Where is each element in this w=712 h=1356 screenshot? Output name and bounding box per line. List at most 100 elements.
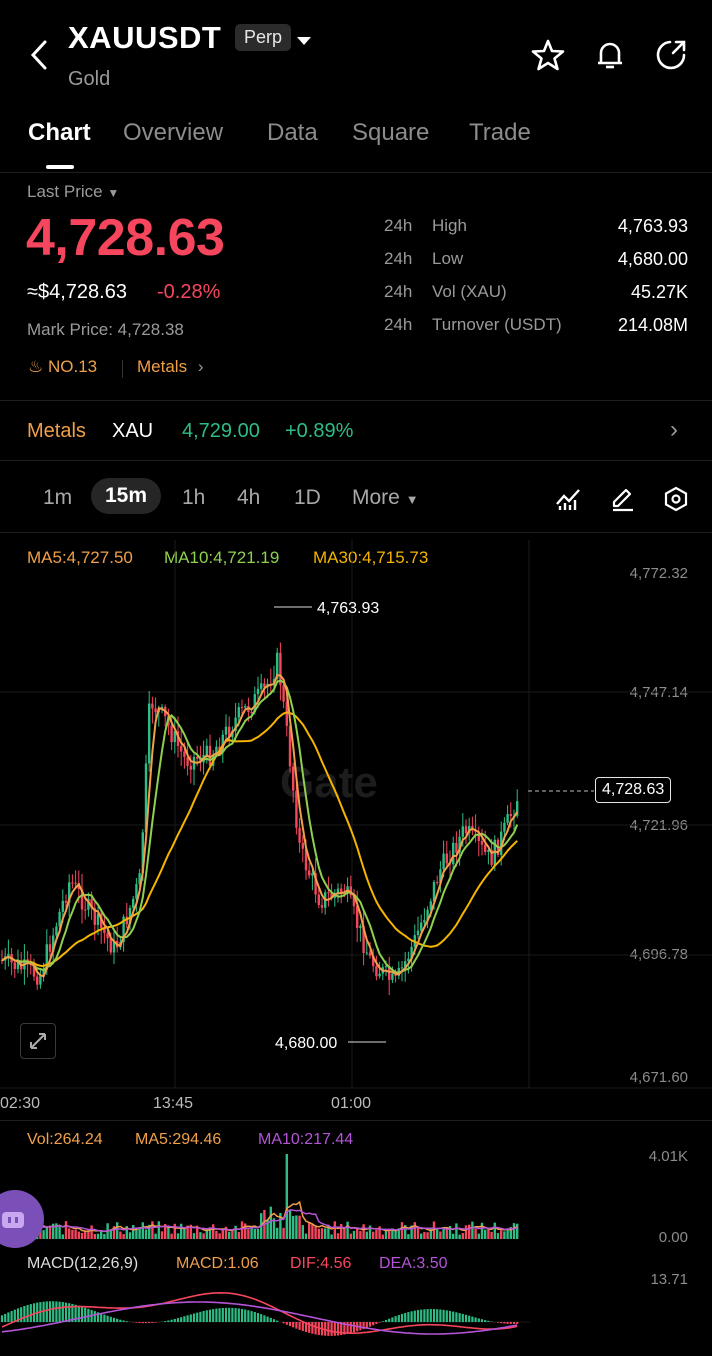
volume-bar <box>480 1222 484 1239</box>
symbol-dropdown-icon[interactable] <box>296 34 312 52</box>
ma10-line <box>1 679 519 974</box>
timeframe-1d[interactable]: 1D <box>294 486 321 510</box>
candle-body <box>244 706 247 708</box>
candle-body <box>301 842 304 849</box>
rank-divider <box>122 360 123 378</box>
back-button[interactable] <box>26 38 54 72</box>
bell-icon[interactable] <box>593 38 627 77</box>
macd-bar <box>301 1322 304 1331</box>
macd-bar <box>500 1322 503 1324</box>
volume-bar <box>455 1223 458 1239</box>
stat-row-low: 24h Low 4,680.00 <box>384 249 688 269</box>
macd-bar <box>151 1322 154 1323</box>
macd-bar <box>148 1322 151 1324</box>
stat-row-vol: 24h Vol (XAU) 45.27K <box>384 282 688 302</box>
related-market-row[interactable]: Metals XAU 4,729.00 +0.89% › <box>0 410 712 454</box>
vol-ma10-line <box>1 1209 518 1234</box>
share-icon[interactable] <box>654 38 688 77</box>
volume-bar <box>330 1234 333 1239</box>
candle-body <box>484 844 487 852</box>
related-category: Metals <box>27 420 86 442</box>
stat-row-turnover: 24h Turnover (USDT) 214.08M <box>384 315 688 335</box>
macd-bar <box>292 1322 295 1328</box>
tab-chart[interactable]: Chart <box>28 119 91 147</box>
macd-bar <box>228 1307 231 1322</box>
volume-bar <box>84 1231 87 1239</box>
macd-bar <box>436 1309 439 1322</box>
volume-bar <box>272 1218 276 1239</box>
volume-bar <box>471 1221 474 1239</box>
symbol-title[interactable]: XAUUSDT <box>68 20 221 56</box>
macd-bar <box>503 1322 506 1324</box>
timeframe-more[interactable]: More ▼ <box>352 486 419 510</box>
candle-body <box>391 973 394 980</box>
favorite-star-icon[interactable] <box>531 38 565 77</box>
rank-badge[interactable]: ♨ NO.13 <box>28 357 97 377</box>
low-annotation: 4,680.00 <box>275 1035 337 1052</box>
macd-bar <box>52 1301 55 1322</box>
macd-bar <box>100 1313 103 1322</box>
candle-body <box>237 707 240 718</box>
macd-bar <box>260 1314 263 1322</box>
macd-bar <box>378 1322 381 1323</box>
candle-body <box>170 725 173 743</box>
macd-bar <box>288 1322 292 1327</box>
macd-bar <box>154 1322 157 1323</box>
indicators-icon[interactable] <box>555 486 581 517</box>
volume-bar <box>154 1233 157 1239</box>
floating-assistant-button[interactable] <box>0 1190 44 1248</box>
perp-badge[interactable]: Perp <box>235 24 292 51</box>
timeframe-4h[interactable]: 4h <box>237 486 260 510</box>
settings-hex-icon[interactable] <box>663 486 689 517</box>
tab-square[interactable]: Square <box>352 119 429 147</box>
expand-chart-button[interactable] <box>20 1023 56 1059</box>
candle-body <box>436 882 439 884</box>
volume-bar <box>144 1229 148 1239</box>
macd-bar <box>221 1307 224 1322</box>
macd-bar <box>93 1311 96 1322</box>
tab-overview[interactable]: Overview <box>123 119 223 147</box>
volume-bar <box>234 1225 237 1239</box>
volume-bar <box>420 1233 423 1239</box>
macd-bar <box>407 1312 410 1322</box>
macd-bar <box>516 1322 519 1324</box>
volume-bar <box>464 1225 468 1239</box>
macd-bar <box>58 1301 61 1322</box>
macd-bar <box>186 1315 189 1322</box>
tab-trade[interactable]: Trade <box>469 119 531 147</box>
volume-bar <box>372 1231 375 1239</box>
last-price-label[interactable]: Last Price ▼ <box>27 182 119 202</box>
macd-bar <box>311 1322 314 1334</box>
volume-bar <box>365 1231 368 1239</box>
volume-bar <box>202 1233 205 1239</box>
macd-bar <box>384 1319 388 1322</box>
volume-bar <box>343 1228 346 1239</box>
macd-bar <box>282 1322 285 1324</box>
candle-body <box>416 930 420 936</box>
macd-bar <box>77 1305 80 1322</box>
macd-bar <box>173 1318 176 1322</box>
timeframe-1h[interactable]: 1h <box>182 486 205 510</box>
volume-bar <box>132 1225 135 1239</box>
timeframe-1m[interactable]: 1m <box>43 486 72 510</box>
candle-body <box>36 976 39 985</box>
draw-pen-icon[interactable] <box>609 486 635 517</box>
candlestick-chart[interactable]: Gate 4,763.93 4,680.00 <box>0 540 712 1120</box>
volume-bar <box>96 1233 100 1239</box>
macd-bar <box>253 1312 256 1322</box>
volume-bar <box>141 1222 144 1239</box>
macd-bar <box>237 1308 240 1322</box>
macd-bar <box>464 1314 468 1322</box>
ma5-line <box>1 674 519 978</box>
timeframe-15m[interactable]: 15m <box>91 478 162 514</box>
macd-bar <box>141 1322 144 1324</box>
volume-bar <box>77 1231 80 1239</box>
candle-body <box>148 703 151 764</box>
candle-body <box>48 944 52 952</box>
tab-data[interactable]: Data <box>267 119 318 147</box>
macd-bar <box>202 1311 205 1322</box>
category-link[interactable]: Metals › <box>137 357 203 377</box>
volume-bar <box>304 1233 308 1239</box>
symbol-subtitle: Gold <box>68 68 111 90</box>
volume-bar <box>436 1229 439 1239</box>
